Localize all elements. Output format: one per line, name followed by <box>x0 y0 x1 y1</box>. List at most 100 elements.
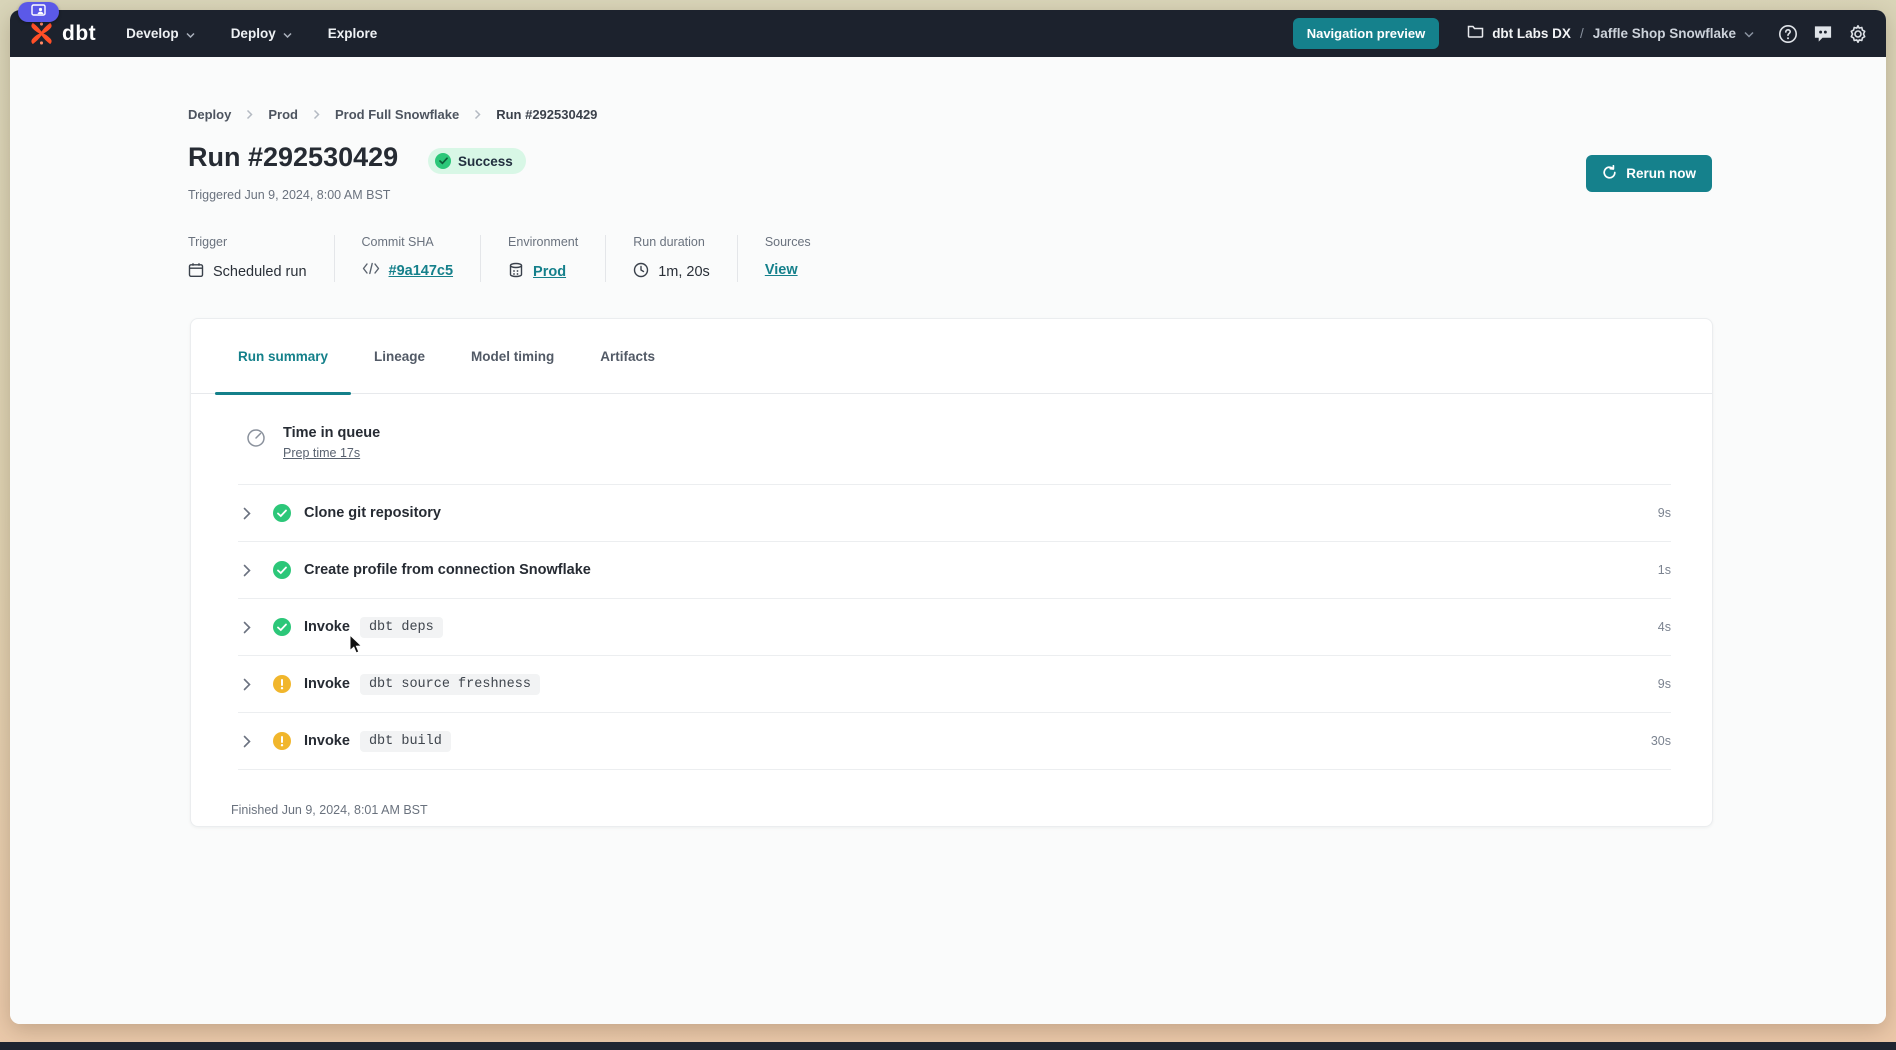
success-check-icon <box>273 504 291 522</box>
code-icon <box>362 262 380 279</box>
sources-view-link[interactable]: View <box>765 262 798 278</box>
rerun-now-label: Rerun now <box>1626 166 1696 181</box>
tab-artifacts[interactable]: Artifacts <box>577 319 678 393</box>
environment-link[interactable]: Prod <box>533 264 566 280</box>
chevron-right-icon <box>246 109 253 120</box>
main-menu: Develop Deploy Explore <box>126 26 413 41</box>
refresh-icon <box>1602 165 1617 183</box>
meta-sources-label: Sources <box>765 235 811 249</box>
step-row-dbt-deps[interactable]: Invoke dbt deps 4s <box>238 599 1671 656</box>
chevron-right-icon[interactable] <box>243 507 265 520</box>
app-window: dbt Develop Deploy Explore Navigation pr… <box>10 10 1886 1024</box>
step-duration: 4s <box>1658 620 1671 634</box>
meta-environment: Environment Prod <box>481 235 606 282</box>
run-summary-card: Run summary Lineage Model timing Artifac… <box>190 318 1713 827</box>
breadcrumb-job[interactable]: Prod Full Snowflake <box>335 107 459 122</box>
menu-explore[interactable]: Explore <box>328 26 378 41</box>
step-duration: 9s <box>1658 506 1671 520</box>
meta-commit-sha: Commit SHA #9a147c5 <box>335 235 482 282</box>
step-command-chip: dbt deps <box>360 617 443 638</box>
step-row-dbt-build[interactable]: Invoke dbt build 30s <box>238 713 1671 770</box>
page-title: Run #292530429 <box>188 142 398 173</box>
breadcrumb-deploy[interactable]: Deploy <box>188 107 231 122</box>
success-check-icon <box>273 561 291 579</box>
top-navbar: dbt Develop Deploy Explore Navigation pr… <box>10 10 1886 57</box>
step-row-dbt-source-freshness[interactable]: Invoke dbt source freshness 9s <box>238 656 1671 713</box>
tab-lineage[interactable]: Lineage <box>351 319 448 393</box>
meta-trigger-label: Trigger <box>188 235 307 249</box>
meta-duration-value: 1m, 20s <box>658 264 710 280</box>
screen-share-icon <box>31 3 46 21</box>
chevron-right-icon <box>474 109 481 120</box>
menu-develop[interactable]: Develop <box>126 26 195 41</box>
project-breadcrumb[interactable]: dbt Labs DX / Jaffle Shop Snowflake <box>1467 24 1754 43</box>
clock-icon <box>633 262 649 282</box>
chevron-right-icon[interactable] <box>243 678 265 691</box>
account-name: dbt Labs DX <box>1492 26 1571 41</box>
chevron-down-icon <box>186 26 195 41</box>
commit-sha-link[interactable]: #9a147c5 <box>389 263 454 279</box>
tab-model-timing[interactable]: Model timing <box>448 319 577 393</box>
breadcrumb-prod[interactable]: Prod <box>268 107 298 122</box>
step-row-clone-git[interactable]: Clone git repository 9s <box>238 485 1671 542</box>
chevron-right-icon <box>313 109 320 120</box>
dbt-logo[interactable]: dbt <box>28 20 96 47</box>
breadcrumb-run: Run #292530429 <box>496 107 597 122</box>
project-name: Jaffle Shop Snowflake <box>1593 26 1736 41</box>
taskbar-strip <box>0 1042 1896 1050</box>
step-label: Create profile from connection Snowflake <box>304 562 591 578</box>
success-check-icon <box>435 153 451 169</box>
help-icon[interactable] <box>1778 24 1798 44</box>
queued-clock-icon <box>246 428 266 453</box>
feedback-icon[interactable] <box>1813 24 1833 44</box>
run-meta-row: Trigger Scheduled run Commit SHA #9a147c… <box>188 235 838 282</box>
chevron-right-icon[interactable] <box>243 564 265 577</box>
step-label: Invoke <box>304 619 350 635</box>
time-in-queue-section: Time in queue Prep time 17s <box>238 394 1671 485</box>
warning-icon <box>273 732 291 750</box>
triggered-timestamp: Triggered Jun 9, 2024, 8:00 AM BST <box>188 188 390 202</box>
breadcrumb: Deploy Prod Prod Full Snowflake Run #292… <box>188 107 597 122</box>
warning-icon <box>273 675 291 693</box>
step-label: Invoke <box>304 733 350 749</box>
step-duration: 9s <box>1658 677 1671 691</box>
database-icon <box>508 262 524 282</box>
success-check-icon <box>273 618 291 636</box>
step-command-chip: dbt source freshness <box>360 674 540 695</box>
step-list: Clone git repository 9s Create profile f… <box>238 485 1671 770</box>
step-duration: 30s <box>1651 734 1671 748</box>
chevron-down-icon <box>1744 25 1754 43</box>
prep-time-link[interactable]: Prep time 17s <box>283 446 380 460</box>
status-badge: Success <box>428 148 526 174</box>
status-badge-label: Success <box>458 154 513 169</box>
settings-gear-icon[interactable] <box>1848 24 1868 44</box>
folder-icon <box>1467 24 1484 43</box>
time-in-queue-title: Time in queue <box>283 425 380 441</box>
screen-share-badge[interactable] <box>18 2 59 22</box>
step-label: Clone git repository <box>304 505 441 521</box>
navigation-preview-button[interactable]: Navigation preview <box>1293 18 1439 49</box>
dbt-logo-text: dbt <box>62 22 96 46</box>
meta-commit-label: Commit SHA <box>362 235 454 249</box>
meta-trigger: Trigger Scheduled run <box>188 235 335 282</box>
meta-trigger-value: Scheduled run <box>213 264 307 280</box>
run-detail-page: Deploy Prod Prod Full Snowflake Run #292… <box>10 57 1886 1024</box>
chevron-right-icon[interactable] <box>243 621 265 634</box>
step-command-chip: dbt build <box>360 731 451 752</box>
tab-bar: Run summary Lineage Model timing Artifac… <box>191 319 1712 394</box>
chevron-down-icon <box>283 26 292 41</box>
step-row-create-profile[interactable]: Create profile from connection Snowflake… <box>238 542 1671 599</box>
meta-run-duration: Run duration 1m, 20s <box>606 235 738 282</box>
dbt-logo-icon <box>28 20 55 47</box>
meta-environment-label: Environment <box>508 235 578 249</box>
time-in-queue-text: Time in queue Prep time 17s <box>283 425 380 460</box>
menu-explore-label: Explore <box>328 26 378 41</box>
navbar-icon-group <box>1778 24 1868 44</box>
menu-deploy[interactable]: Deploy <box>231 26 292 41</box>
meta-duration-label: Run duration <box>633 235 710 249</box>
menu-develop-label: Develop <box>126 26 179 41</box>
tab-run-summary[interactable]: Run summary <box>215 319 351 393</box>
chevron-right-icon[interactable] <box>243 735 265 748</box>
step-label: Invoke <box>304 676 350 692</box>
rerun-now-button[interactable]: Rerun now <box>1586 155 1712 192</box>
